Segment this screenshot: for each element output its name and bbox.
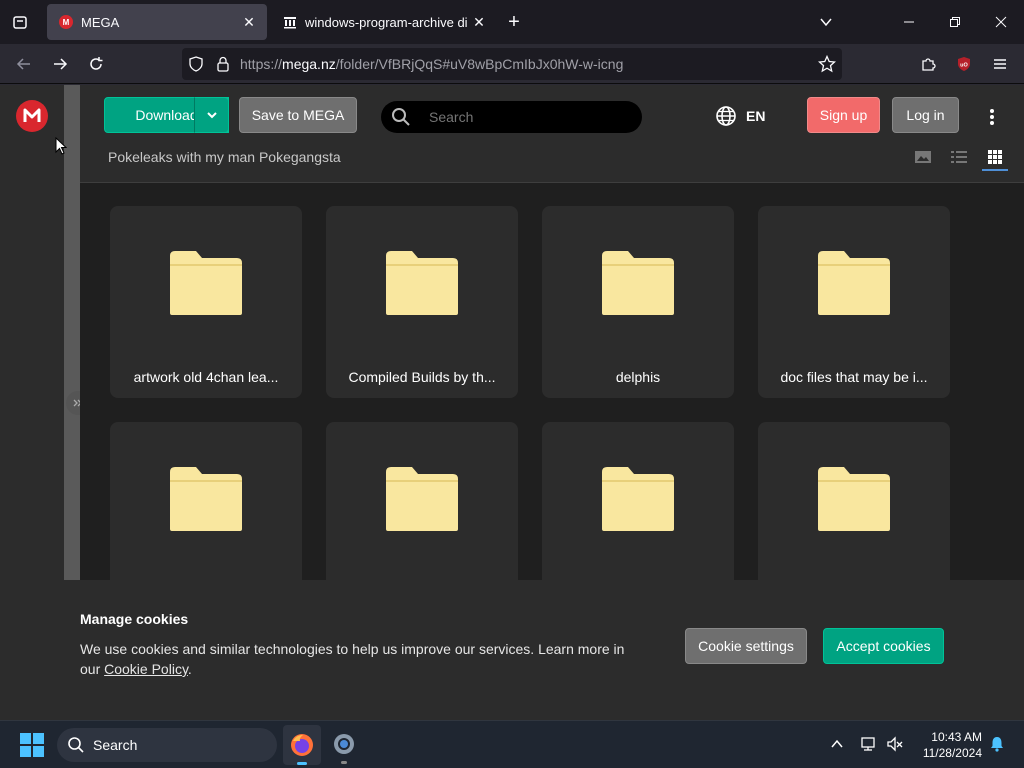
cookie-text: We use cookies and similar technologies … <box>80 639 640 679</box>
mega-logo[interactable] <box>16 100 48 137</box>
folder-card[interactable]: doc files that may be i... <box>758 206 950 398</box>
bookmark-star-icon[interactable] <box>818 55 836 73</box>
hamburger-menu-icon[interactable] <box>984 48 1016 80</box>
minimize-icon[interactable] <box>886 0 932 44</box>
url-bar[interactable]: https://mega.nz/folder/VfBRjQqS#uV8wBpCm… <box>182 48 842 80</box>
taskbar-search-box[interactable]: Search <box>57 728 277 762</box>
folder-icon <box>818 466 890 537</box>
shield-icon[interactable] <box>188 56 204 72</box>
back-arrow-icon[interactable] <box>8 48 40 80</box>
list-view-icon[interactable] <box>950 149 968 165</box>
more-options-icon[interactable] <box>980 105 1004 129</box>
sign-up-button[interactable]: Sign up <box>807 97 880 133</box>
close-tab-icon[interactable]: ✕ <box>467 10 491 34</box>
tab-mega[interactable]: M MEGA ✕ <box>47 4 267 40</box>
download-dropdown-chevron-icon[interactable] <box>194 97 229 133</box>
folder-card[interactable] <box>326 422 518 580</box>
breadcrumb[interactable]: Pokeleaks with my man Pokegangsta <box>108 149 341 165</box>
search-input[interactable] <box>429 109 619 125</box>
thumbnail-view-icon[interactable] <box>914 149 932 165</box>
cookie-text-line-2: our Cookie Policy. <box>80 661 192 677</box>
network-icon[interactable] <box>860 735 878 758</box>
tab-overflow-chevron-icon[interactable] <box>810 6 842 38</box>
folder-icon <box>170 466 242 537</box>
search-box[interactable] <box>381 101 642 133</box>
tab-title: windows-program-archive dire <box>305 14 467 30</box>
forward-arrow-icon[interactable] <box>44 48 76 80</box>
reload-icon[interactable] <box>80 48 112 80</box>
folder-name: delphis <box>615 369 661 385</box>
cookie-policy-link[interactable]: Cookie Policy <box>104 661 188 677</box>
cookie-title: Manage cookies <box>80 611 189 627</box>
lock-icon[interactable] <box>216 56 230 72</box>
folder-card[interactable] <box>110 422 302 580</box>
folder-name: artwork old 4chan lea... <box>133 369 279 385</box>
mouse-cursor-icon <box>55 136 68 160</box>
folder-card[interactable]: Compiled Builds by th... <box>326 206 518 398</box>
show-hidden-icons-chevron-icon[interactable] <box>830 737 844 756</box>
language-selector[interactable]: EN <box>715 105 765 127</box>
close-window-icon[interactable] <box>978 0 1024 44</box>
svg-text:M: M <box>63 18 70 27</box>
folder-icon <box>170 250 242 321</box>
folder-card[interactable]: delphis <box>542 206 734 398</box>
taskbar-search-label: Search <box>93 737 138 753</box>
folder-name: Compiled Builds by th... <box>348 369 496 385</box>
mega-favicon-icon: M <box>59 15 73 29</box>
folder-icon <box>602 250 674 321</box>
cookie-settings-button[interactable]: Cookie settings <box>685 628 807 664</box>
url-text[interactable]: https://mega.nz/folder/VfBRjQqS#uV8wBpCm… <box>240 56 623 72</box>
firefox-taskbar-icon[interactable] <box>283 725 321 765</box>
new-tab-button[interactable]: + <box>498 6 530 38</box>
extensions-puzzle-icon[interactable] <box>912 48 944 80</box>
folder-card[interactable] <box>758 422 950 580</box>
close-tab-icon[interactable]: ✕ <box>237 10 261 34</box>
folder-icon <box>602 466 674 537</box>
grid-view-icon[interactable] <box>982 145 1008 171</box>
open-app-indicator <box>341 761 347 764</box>
browser-tab-strip: M MEGA ✕ windows-program-archive dire ✕ … <box>0 0 1024 44</box>
ublock-origin-icon[interactable]: uO <box>948 48 980 80</box>
cookie-banner: Manage cookies We use cookies and simila… <box>0 580 1024 720</box>
search-icon <box>391 107 411 127</box>
clock-time: 10:43 AM <box>931 730 982 744</box>
svg-text:uO: uO <box>960 63 968 69</box>
active-app-indicator <box>297 762 307 765</box>
tab-title: MEGA <box>81 14 120 30</box>
archive-favicon-icon <box>283 15 297 29</box>
clock-date: 11/28/2024 <box>922 746 982 760</box>
globe-icon <box>715 105 737 127</box>
folder-card[interactable]: artwork old 4chan lea... <box>110 206 302 398</box>
settings-gear-taskbar-icon[interactable] <box>331 731 357 764</box>
browser-nav-bar: https://mega.nz/folder/VfBRjQqS#uV8wBpCm… <box>0 44 1024 84</box>
tab-list-icon[interactable] <box>4 6 36 38</box>
notification-bell-icon[interactable] <box>988 735 1006 758</box>
tab-archive[interactable]: windows-program-archive dire ✕ <box>271 4 497 40</box>
folder-icon <box>386 250 458 321</box>
folder-name: doc files that may be i... <box>780 369 928 385</box>
log-in-button[interactable]: Log in <box>892 97 959 133</box>
language-label: EN <box>746 108 766 124</box>
save-to-mega-button[interactable]: Save to MEGA <box>239 97 357 133</box>
windows-start-icon[interactable] <box>20 733 44 762</box>
volume-muted-icon[interactable] <box>886 735 904 758</box>
windows-taskbar: Search 10:43 AM 11/28/2024 <box>0 720 1024 768</box>
folder-icon <box>386 466 458 537</box>
mega-page: Download Save to MEGA EN Sign up Log in … <box>0 85 1024 720</box>
clock[interactable]: 10:43 AM 11/28/2024 <box>912 729 982 761</box>
search-icon <box>67 736 85 754</box>
cookie-text-line: We use cookies and similar technologies … <box>80 641 625 657</box>
folder-icon <box>818 250 890 321</box>
restore-icon[interactable] <box>932 0 978 44</box>
folder-card[interactable] <box>542 422 734 580</box>
accept-cookies-button[interactable]: Accept cookies <box>823 628 944 664</box>
mega-toolbar: Download Save to MEGA EN Sign up Log in … <box>80 85 1024 183</box>
